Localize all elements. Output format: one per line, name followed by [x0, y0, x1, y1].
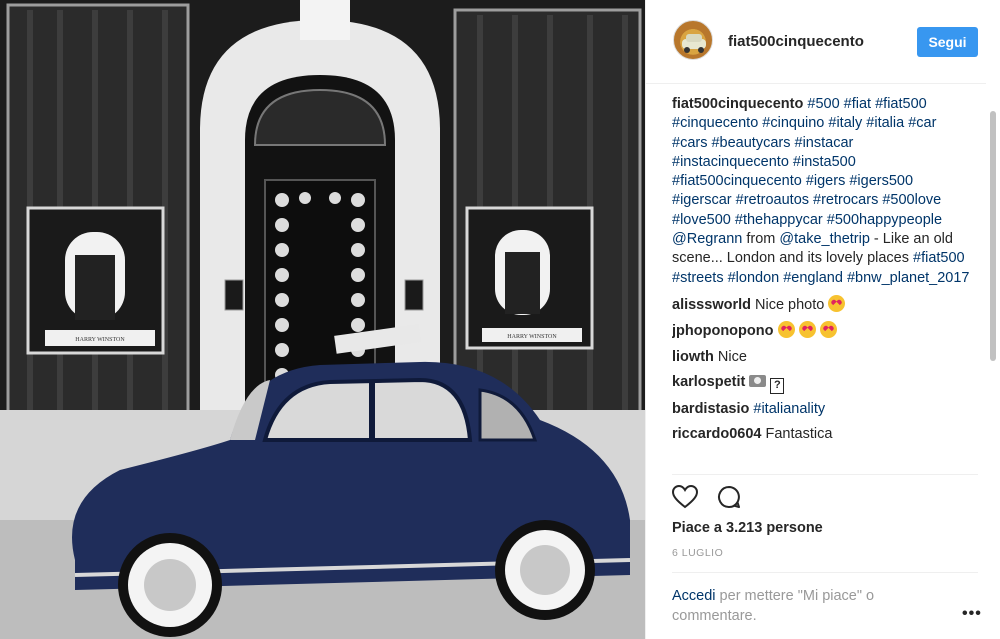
more-options-icon[interactable]: ••• — [962, 605, 982, 623]
comment-username[interactable]: jphoponopono — [672, 323, 773, 339]
caption-hashtags[interactable]: #500 #fiat #fiat500 #cinquecento #cinqui… — [672, 96, 942, 228]
divider — [672, 474, 978, 475]
comment-item: jphoponopono — [672, 321, 972, 341]
comment-username[interactable]: bardistasio — [672, 401, 749, 417]
comment-text: Nice photo — [755, 296, 825, 313]
heart-icon[interactable] — [671, 484, 699, 509]
comment-username[interactable]: karlospetit — [672, 374, 745, 390]
comment-username[interactable]: riccardo0604 — [672, 426, 761, 442]
heart-eyes-emoji — [798, 321, 816, 339]
heart-eyes-emoji — [819, 321, 837, 339]
caption-mention-2[interactable]: @take_thetrip — [779, 231, 870, 247]
comment-hashtag[interactable]: #italianality — [753, 401, 825, 417]
camera-icon — [749, 374, 767, 387]
divider — [672, 572, 978, 573]
post-caption: fiat500cinquecento #500 #fiat #fiat500 #… — [672, 95, 972, 288]
scrollbar-thumb[interactable] — [990, 111, 996, 361]
comment-bubble-icon[interactable] — [717, 485, 741, 509]
post-sidebar: fiat500cinquecento Segui fiat500cinquece… — [645, 0, 1000, 639]
heart-eyes-emoji — [777, 321, 795, 339]
storefront-car-image: HARRY WINSTON HARRY WINSTON — [0, 0, 645, 639]
login-link[interactable]: Accedi — [672, 588, 716, 604]
unknown-glyph-icon: ? — [770, 377, 785, 394]
comment-item: liowth Nice — [672, 348, 972, 367]
comment-text: Nice — [717, 348, 747, 365]
comment-username[interactable]: liowth — [672, 349, 714, 365]
likes-count[interactable]: Piace a 3.213 persone — [672, 520, 823, 536]
login-prompt: Accedi per mettere "Mi piace" o commenta… — [672, 586, 922, 626]
caption-from: from — [742, 231, 780, 248]
comment-item: alisssworld Nice photo — [672, 294, 972, 315]
comment-item: karlospetit ? — [672, 373, 972, 394]
follow-button[interactable]: Segui — [917, 27, 978, 57]
post-date: 6 LUGLIO — [672, 547, 724, 559]
comment-username[interactable]: alisssworld — [672, 297, 751, 313]
comment-item: riccardo0604 Fantastica — [672, 425, 972, 444]
storefront-sign-right: HARRY WINSTON — [507, 334, 557, 340]
storefront-sign-left: HARRY WINSTON — [75, 337, 125, 343]
comment-item: bardistasio #italianality — [672, 400, 972, 419]
post-photo[interactable]: HARRY WINSTON HARRY WINSTON — [0, 0, 645, 639]
caption-username[interactable]: fiat500cinquecento — [672, 96, 803, 112]
avatar[interactable] — [673, 20, 713, 60]
post-header: fiat500cinquecento Segui — [646, 0, 986, 84]
caption-mention[interactable]: @Regrann — [672, 231, 742, 247]
post-author-username[interactable]: fiat500cinquecento — [728, 33, 864, 50]
comments-scrollbar[interactable] — [989, 86, 997, 476]
heart-eyes-emoji — [828, 294, 846, 312]
comments-list[interactable]: fiat500cinquecento #500 #fiat #fiat500 #… — [672, 95, 972, 473]
comment-text: Fantastica — [765, 426, 833, 443]
